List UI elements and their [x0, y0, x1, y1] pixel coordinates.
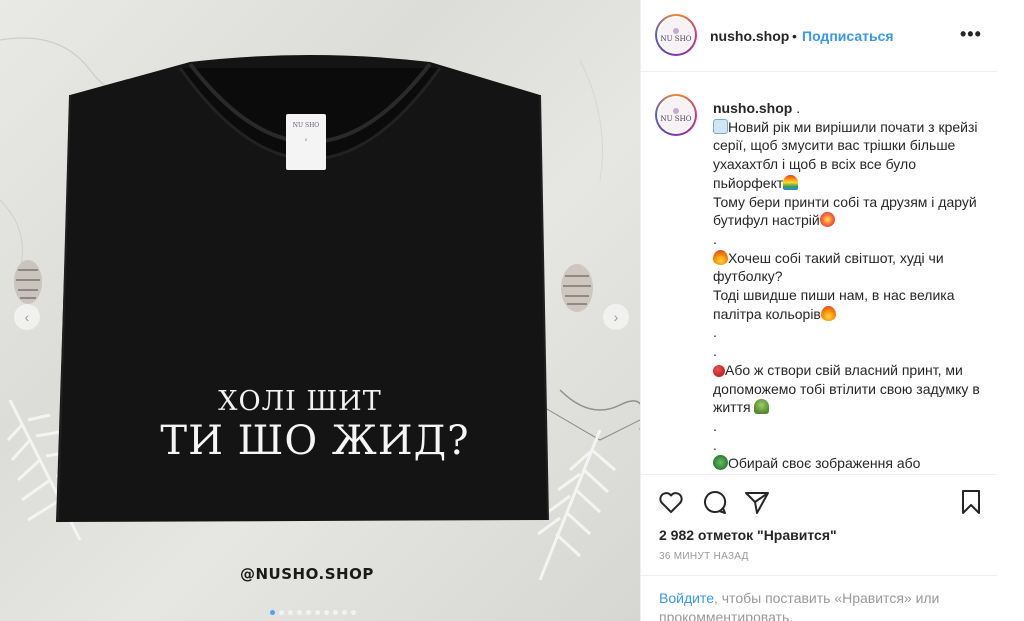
- page-margin: [997, 0, 1024, 621]
- carousel-dot: [279, 610, 284, 615]
- boom-emoji-icon: [819, 212, 835, 228]
- bookmark-icon[interactable]: [957, 488, 985, 516]
- house-emoji-icon: [713, 118, 728, 134]
- fire-emoji-icon: [820, 305, 836, 321]
- follow-button[interactable]: Подписаться: [802, 28, 894, 44]
- carousel-dots: [270, 610, 356, 615]
- caption-line-text: .: [713, 343, 717, 360]
- shirt-tag: NU SHO S: [286, 114, 326, 170]
- rainbow-emoji-icon: [783, 174, 799, 190]
- carousel-dot: [270, 610, 275, 615]
- separator-dot: •: [792, 28, 797, 44]
- shirt-print-line-2: ТИ ШО ЖИД?: [160, 418, 470, 464]
- caption-line: .: [713, 230, 981, 249]
- carousel-dot: [288, 610, 293, 615]
- chevron-left-icon: ‹: [24, 309, 30, 325]
- shirt-print-line-1: ХОЛІ ШИТ: [218, 386, 382, 417]
- watermark-handle: @NUSHO.SHOP: [240, 565, 374, 583]
- caption-line: Хочеш собі такий світшот, худі чи футбол…: [713, 249, 981, 286]
- caption-line-text: Обирай своє зображення або: [728, 455, 921, 472]
- chevron-right-icon: ›: [613, 309, 619, 325]
- carousel-dot: [297, 610, 302, 615]
- avatar-logo-text: NU SHO: [660, 34, 692, 43]
- caption-username[interactable]: nusho.shop: [713, 100, 792, 116]
- avatar[interactable]: NU SHO: [655, 14, 697, 56]
- clover-emoji-icon: [713, 455, 728, 471]
- caption-avatar[interactable]: NU SHO: [655, 94, 697, 136]
- caption-line: .: [713, 436, 981, 455]
- caption-line: Тому бери принти собі та друзям і даруй …: [713, 193, 981, 230]
- carousel-dot: [333, 610, 338, 615]
- caption-line-text: .: [713, 417, 717, 434]
- next-image-button[interactable]: ›: [603, 304, 629, 330]
- sprout-emoji-icon: [754, 399, 770, 415]
- shirt-tag-text: NU SHO: [292, 122, 320, 129]
- caption-line-text: .: [713, 324, 717, 341]
- likes-count[interactable]: 2 982 отметок "Нравится": [659, 527, 837, 543]
- caption-line: Або ж створи свій власний принт, ми допо…: [713, 361, 981, 417]
- post-actions: 2 982 отметок "Нравится" 36 МИНУТ НАЗАД …: [641, 474, 998, 621]
- login-prompt: Войдите, чтобы поставить «Нравится» или …: [641, 575, 998, 621]
- caption-line: .: [713, 323, 981, 342]
- caption-line: .: [713, 417, 981, 436]
- carousel-dot: [342, 610, 347, 615]
- caption-text: nusho.shop . Новий рік ми вирішили почат…: [713, 99, 981, 473]
- heart-icon[interactable]: [657, 488, 685, 516]
- post-timestamp[interactable]: 36 МИНУТ НАЗАД: [659, 551, 749, 562]
- prev-image-button[interactable]: ‹: [14, 304, 40, 330]
- carousel-dot: [306, 610, 311, 615]
- fire-emoji-icon: [713, 249, 728, 265]
- share-icon[interactable]: [743, 488, 771, 516]
- carousel-dot: [351, 610, 356, 615]
- login-link[interactable]: Войдите: [659, 590, 714, 606]
- caption-area[interactable]: NU SHO nusho.shop . Новий рік ми вирішил…: [641, 72, 998, 474]
- caption-line: .: [713, 342, 981, 361]
- tshirt: [56, 55, 549, 522]
- caption-user-suffix: .: [792, 100, 801, 116]
- more-horizontal-icon[interactable]: •••: [960, 24, 982, 45]
- avatar-logo-text: NU SHO: [660, 114, 692, 123]
- carousel-dot: [324, 610, 329, 615]
- caption-line-text: Або ж створи свій власний принт, ми допо…: [713, 361, 980, 416]
- carousel-dot: [315, 610, 320, 615]
- comment-icon[interactable]: [701, 488, 729, 516]
- caption-line-text: Тому бери принти собі та друзям і даруй …: [713, 193, 977, 229]
- caption-line: Новий рік ми вирішили почати з крейзі се…: [713, 118, 981, 193]
- caption-line: Обирай своє зображення або: [713, 454, 981, 473]
- caption-lines: Новий рік ми вирішили почати з крейзі се…: [713, 118, 981, 473]
- caption-line-text: .: [713, 436, 717, 453]
- caption-line-text: Хочеш собі такий світшот, худі чи футбол…: [713, 249, 944, 285]
- pin-emoji-icon: [713, 364, 725, 377]
- caption-line: Тоді швидше пиши нам, в нас велика паліт…: [713, 286, 981, 323]
- post-image[interactable]: NU SHO S ХОЛІ ШИТ ТИ ШО ЖИД? @NUSHO.SHOP…: [0, 0, 640, 621]
- post-header: NU SHO nusho.shop • Подписаться •••: [641, 0, 998, 72]
- caption-line-text: Новий рік ми вирішили почати з крейзі се…: [713, 118, 978, 191]
- post-sidebar: NU SHO nusho.shop • Подписаться ••• NU S…: [640, 0, 998, 621]
- username-link[interactable]: nusho.shop: [710, 28, 789, 44]
- caption-line-text: .: [713, 230, 717, 247]
